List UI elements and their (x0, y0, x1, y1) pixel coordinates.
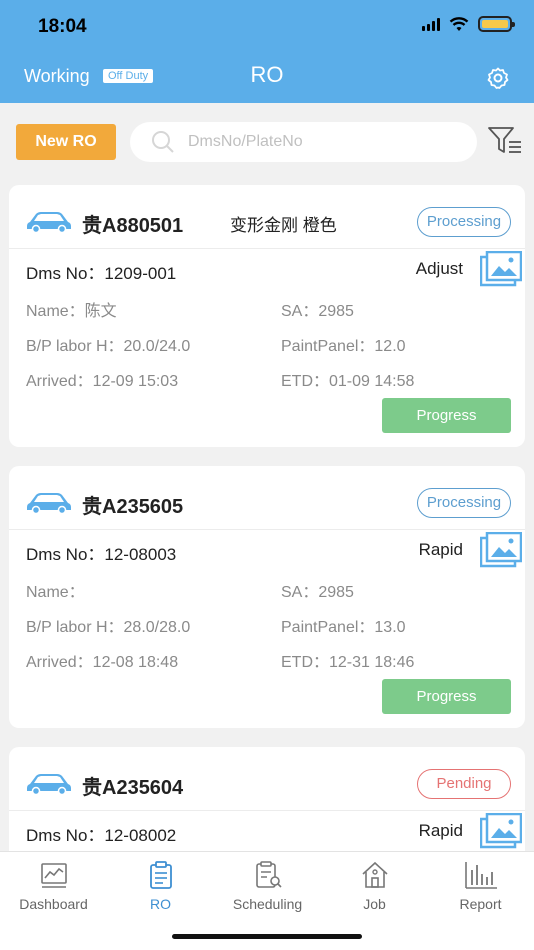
search-box[interactable] (130, 122, 477, 162)
ro-card[interactable]: 贵A880501 变形金刚 橙色 Processing Dms No：1209-… (9, 185, 525, 447)
tab-dashboard[interactable]: Dashboard (0, 860, 107, 912)
car-icon (27, 212, 71, 233)
plate-number: 贵A235604 (82, 777, 184, 799)
battery-icon (478, 16, 515, 32)
dms-no: Dms No：12-08002 (26, 826, 177, 845)
status-time: 18:04 (38, 16, 87, 37)
etd-time: ETD：12-31 18:46 (281, 654, 415, 671)
customer-name: Name：陈文 (26, 303, 117, 320)
plate-number: 贵A880501 (82, 215, 184, 237)
search-input[interactable] (188, 133, 438, 151)
status-badge: Processing (417, 207, 511, 237)
paint-panel: PaintPanel：12.0 (281, 338, 406, 355)
tab-label: Dashboard (19, 896, 88, 912)
scheduling-icon (255, 861, 282, 888)
progress-button[interactable]: Progress (382, 398, 511, 433)
gallery-icon[interactable] (480, 532, 522, 568)
status-badge: Processing (417, 488, 511, 518)
card-divider (9, 529, 525, 530)
house-icon (361, 861, 388, 888)
page-title: RO (250, 62, 284, 87)
vehicle-model: 变形金刚 橙色 (230, 216, 337, 235)
tab-report[interactable]: Report (427, 860, 534, 912)
repair-type: Rapid (418, 540, 463, 559)
dashboard-icon (40, 863, 67, 888)
tab-label: Report (459, 896, 502, 912)
customer-name: Name： (26, 584, 85, 601)
plate-number: 贵A235605 (82, 496, 184, 518)
labor-hours: B/P labor H：20.0/24.0 (26, 338, 191, 355)
labor-hours: B/P labor H：28.0/28.0 (26, 619, 191, 636)
status-icons (422, 16, 515, 32)
card-divider (9, 248, 525, 249)
new-ro-button[interactable]: New RO (16, 124, 116, 160)
filter-icon[interactable] (487, 125, 523, 157)
tab-label: Job (363, 896, 386, 912)
service-advisor: SA：2985 (281, 584, 354, 601)
card-divider (9, 810, 525, 811)
tab-job[interactable]: Job (321, 860, 428, 912)
repair-type: Rapid (418, 821, 463, 840)
report-icon (464, 862, 497, 889)
signal-icon (422, 17, 440, 31)
paint-panel: PaintPanel：13.0 (281, 619, 406, 636)
status-badge: Pending (417, 769, 511, 799)
ro-card[interactable]: 贵A235604 Pending Dms No：12-08002 Rapid (9, 747, 525, 857)
tab-scheduling[interactable]: Scheduling (214, 860, 321, 912)
gear-icon[interactable] (486, 66, 510, 90)
wifi-icon (449, 16, 469, 31)
tab-label: RO (150, 896, 171, 912)
car-icon (27, 774, 71, 795)
gallery-icon[interactable] (480, 813, 522, 849)
ro-card[interactable]: 贵A235605 Processing Dms No：12-08003 Rapi… (9, 466, 525, 728)
gallery-icon[interactable] (480, 251, 522, 287)
etd-time: ETD：01-09 14:58 (281, 373, 415, 390)
tab-label: Scheduling (232, 896, 303, 912)
car-icon (27, 493, 71, 514)
dms-no: Dms No：1209-001 (26, 264, 177, 283)
repair-type: Adjust (415, 259, 463, 278)
arrived-time: Arrived：12-08 18:48 (26, 654, 179, 671)
home-indicator (172, 934, 362, 939)
service-advisor: SA：2985 (281, 303, 354, 320)
search-icon (152, 131, 174, 153)
arrived-time: Arrived：12-09 15:03 (26, 373, 179, 390)
app-header: 18:04 Working Off Duty RO (0, 0, 534, 103)
progress-button[interactable]: Progress (382, 679, 511, 714)
clipboard-icon (149, 861, 172, 889)
dms-no: Dms No：12-08003 (26, 545, 177, 564)
tab-ro[interactable]: RO (107, 860, 214, 912)
